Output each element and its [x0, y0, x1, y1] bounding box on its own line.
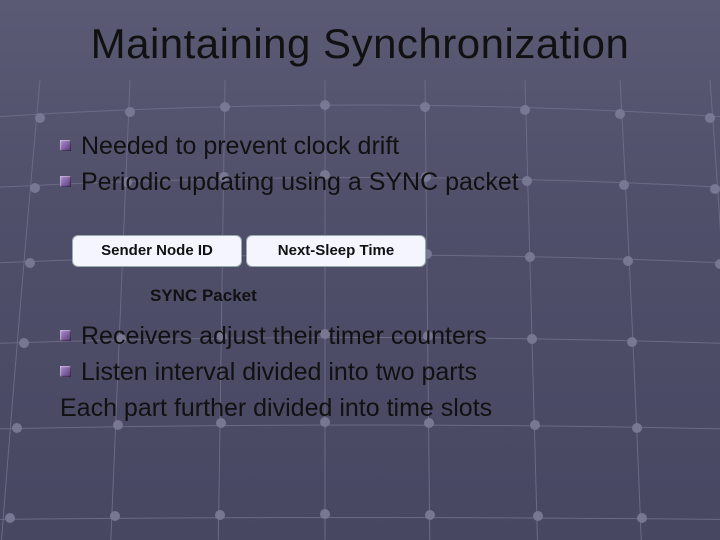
bullet-text: Needed to prevent clock drift [81, 130, 399, 164]
packet-caption: SYNC Packet [150, 286, 257, 306]
bullet-icon [60, 176, 71, 187]
bullet-icon [60, 140, 71, 151]
bullet-item: Receivers adjust their timer counters [60, 320, 680, 354]
bullet-item: Needed to prevent clock drift [60, 130, 680, 164]
bullet-list-bottom: Receivers adjust their timer counters Li… [60, 320, 680, 425]
packet-field-sender: Sender Node ID [72, 235, 242, 267]
packet-field-sleep: Next-Sleep Time [246, 235, 426, 267]
packet-diagram: Sender Node ID Next-Sleep Time [72, 235, 426, 267]
background-mesh [0, 0, 720, 540]
bullet-text: Receivers adjust their timer counters [81, 320, 487, 354]
bullet-text: Listen interval divided into two parts [81, 356, 477, 390]
bullet-item: Periodic updating using a SYNC packet [60, 166, 680, 200]
body-text: Each part further divided into time slot… [60, 392, 680, 426]
slide-title: Maintaining Synchronization [0, 20, 720, 68]
slide: Maintaining Synchronization Needed to pr… [0, 0, 720, 540]
bullet-list-top: Needed to prevent clock drift Periodic u… [60, 130, 680, 202]
bullet-icon [60, 330, 71, 341]
bullet-text: Periodic updating using a SYNC packet [81, 166, 519, 200]
bullet-icon [60, 366, 71, 377]
bullet-item: Listen interval divided into two parts [60, 356, 680, 390]
